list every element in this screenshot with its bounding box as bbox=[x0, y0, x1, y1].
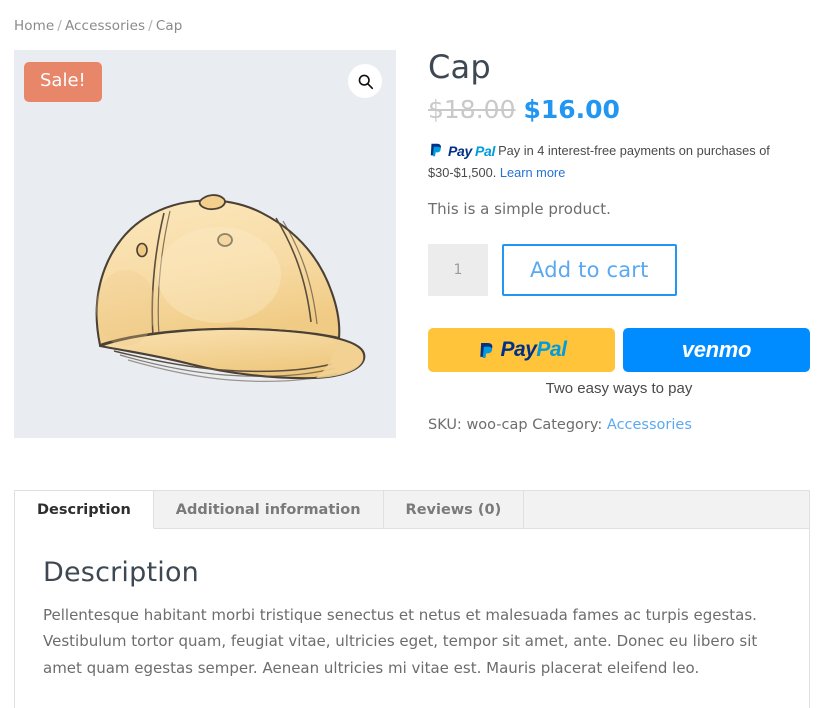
price-sale: $16.00 bbox=[523, 95, 619, 124]
price-original: $18.00 bbox=[428, 95, 515, 124]
quantity-input[interactable] bbox=[428, 244, 488, 296]
breadcrumb-separator: / bbox=[57, 18, 62, 34]
paypal-wordmark-pay: Pay bbox=[448, 143, 472, 159]
page-title: Cap bbox=[428, 50, 816, 85]
smart-buttons-tagline: Two easy ways to pay bbox=[428, 380, 810, 397]
breadcrumb: Home/Accessories/Cap bbox=[14, 18, 182, 34]
breadcrumb-separator: / bbox=[148, 18, 153, 34]
breadcrumb-item-accessories[interactable]: Accessories bbox=[65, 18, 145, 34]
breadcrumb-item-current: Cap bbox=[156, 18, 183, 34]
tab-reviews[interactable]: Reviews (0) bbox=[384, 491, 525, 528]
tab-list: Description Additional information Revie… bbox=[14, 490, 810, 528]
add-to-cart-button[interactable]: Add to cart bbox=[502, 244, 677, 296]
smart-button-row: PayPal venmo bbox=[428, 328, 810, 372]
learn-more-link[interactable]: Learn more bbox=[500, 165, 565, 180]
product-gallery: Sale! bbox=[14, 50, 396, 438]
tab-panel-description: Description Pellentesque habitant morbi … bbox=[14, 528, 810, 708]
tab-additional-information[interactable]: Additional information bbox=[154, 491, 384, 528]
paypal-smart-buttons: PayPal venmo Two easy ways to pay bbox=[428, 328, 810, 397]
add-to-cart-form: Add to cart bbox=[428, 244, 816, 296]
venmo-button-label: venmo bbox=[682, 337, 751, 363]
sku-value: woo-cap bbox=[466, 417, 527, 433]
tab-bar-filler bbox=[524, 491, 809, 528]
price-row: $18.00 $16.00 bbox=[428, 95, 816, 125]
sale-badge: Sale! bbox=[24, 62, 102, 102]
sku-label: SKU: bbox=[428, 417, 462, 433]
paypal-logo-icon bbox=[428, 142, 444, 164]
product-page: Home/Accessories/Cap Sale! bbox=[0, 0, 830, 708]
paypal-checkout-button[interactable]: PayPal bbox=[428, 328, 615, 372]
breadcrumb-item-home[interactable]: Home bbox=[14, 18, 54, 34]
category-link-accessories[interactable]: Accessories bbox=[607, 417, 692, 433]
panel-title: Description bbox=[43, 557, 781, 588]
search-icon bbox=[357, 73, 374, 90]
paypal-button-mark-icon bbox=[477, 341, 496, 360]
paypal-button-label-pal: Pal bbox=[536, 338, 566, 362]
short-description: This is a simple product. bbox=[428, 200, 816, 218]
tab-description[interactable]: Description bbox=[15, 491, 154, 529]
panel-body-text: Pellentesque habitant morbi tristique se… bbox=[43, 602, 781, 681]
product-tabs: Description Additional information Revie… bbox=[14, 490, 810, 708]
product-summary: Cap $18.00 $16.00 PayPalPay in 4 interest… bbox=[428, 50, 816, 433]
product-meta: SKU: woo-cap Category: Accessories bbox=[428, 417, 816, 433]
product-image[interactable] bbox=[14, 50, 396, 438]
venmo-checkout-button[interactable]: venmo bbox=[623, 328, 810, 372]
category-label: Category: bbox=[532, 417, 602, 433]
cap-illustration bbox=[14, 50, 396, 438]
paypal-credit-message: PayPalPay in 4 interest-free payments on… bbox=[428, 141, 778, 182]
paypal-wordmark-pal: Pal bbox=[475, 143, 495, 159]
paypal-button-label-pay: Pay bbox=[501, 338, 537, 362]
zoom-image-button[interactable] bbox=[348, 64, 382, 98]
